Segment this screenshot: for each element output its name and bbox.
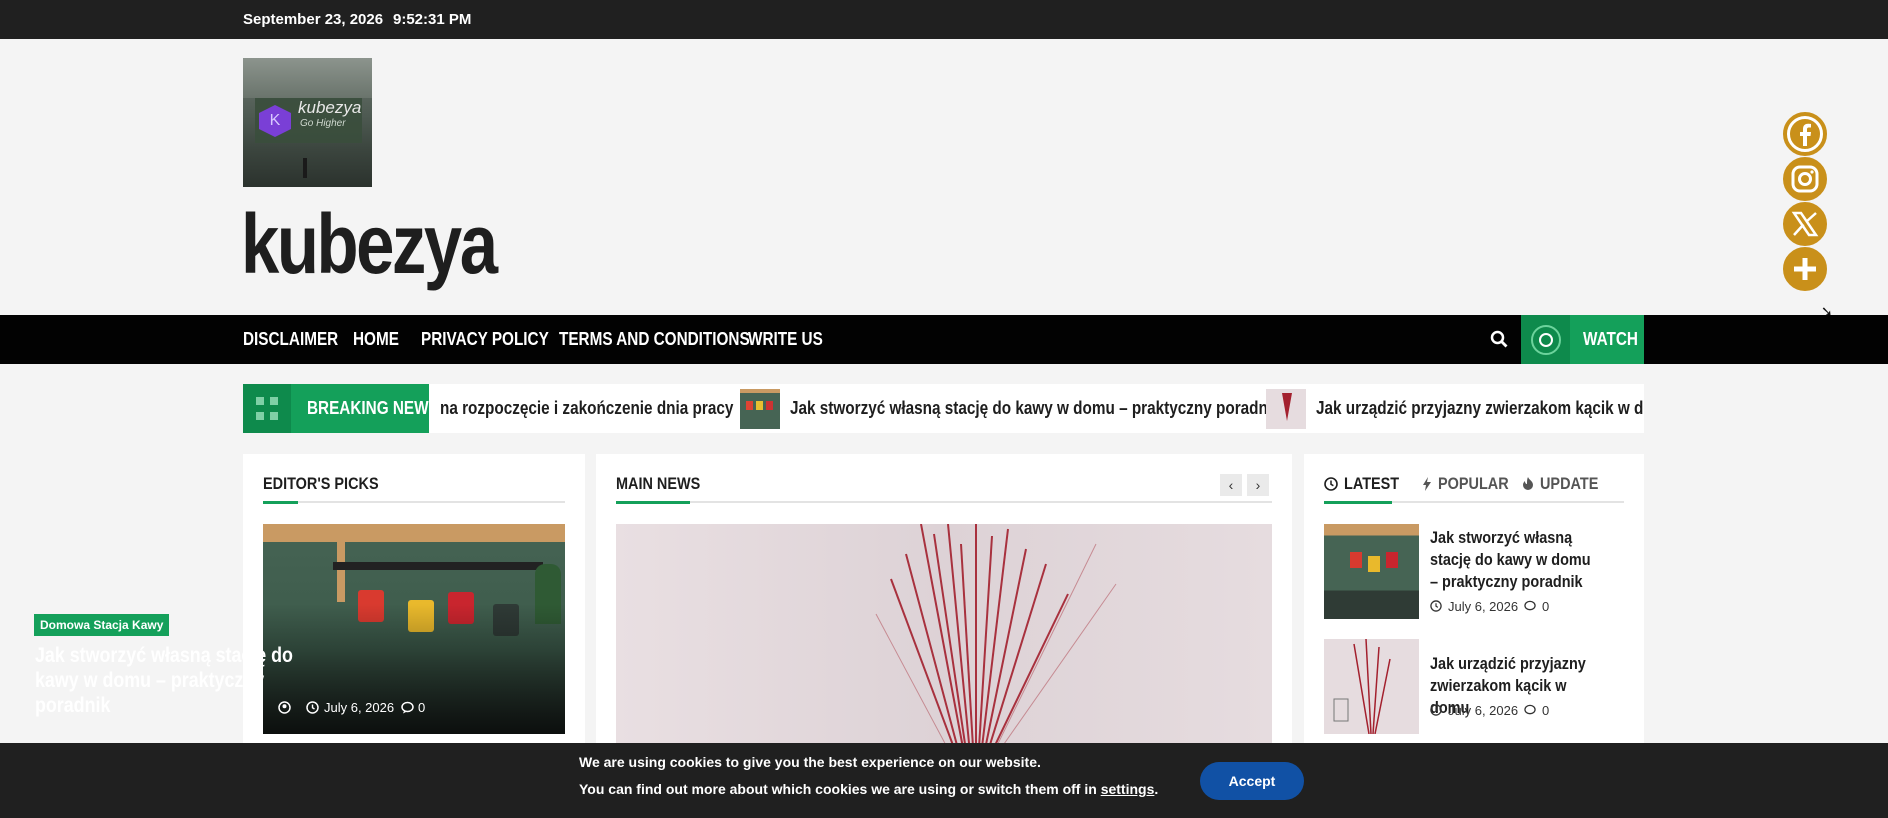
cookie-settings-message: You can find out more about which cookie… [579,781,1159,797]
ticker-item[interactable]: Jak urządzić przyjazny zwierzakom kącik … [1316,398,1644,419]
editors-pick-title[interactable]: Jak stworzyć własną stację do kawy w dom… [35,643,307,718]
watch-label: WATCH [1583,329,1638,349]
comment-count[interactable]: 0 [1542,599,1549,614]
cookie-banner: We are using cookies to give you the bes… [0,743,1888,818]
top-bar: September 23, 2026 9:52:31 PM [0,0,1888,39]
latest-title[interactable]: Jak stworzyć własną stację do kawy w dom… [1430,527,1600,593]
author-icon [278,701,291,714]
watch-circle-icon [1521,315,1570,364]
clock-icon [306,701,319,714]
facebook-share-button[interactable] [1783,112,1827,156]
logo-tagline: Go Higher [300,118,346,129]
instagram-share-button[interactable] [1783,157,1827,201]
main-news-panel: MAIN NEWS ‹ › [596,454,1292,754]
tab-popular[interactable]: POPULAR [1438,474,1509,494]
site-title[interactable]: kubezya [241,196,498,293]
current-time: 9:52:31 PM [393,11,472,28]
bolt-icon [1423,477,1431,491]
cookie-settings-link[interactable]: settings [1101,781,1155,797]
comment-icon [1524,600,1536,611]
tab-divider [1324,501,1624,504]
nav-home[interactable]: HOME [353,329,399,350]
ticker-thumbnail[interactable] [1266,389,1306,429]
ticker-item[interactable]: Jak stworzyć własną stację do kawy w dom… [790,398,1281,419]
cookie-message: We are using cookies to give you the bes… [579,754,1041,770]
x-share-button[interactable] [1783,202,1827,246]
plus-icon [1787,251,1823,287]
editors-picks-heading: EDITOR'S PICKS [263,474,379,493]
nav-disclaimer[interactable]: DISCLAIMER [243,329,338,350]
site-logo[interactable]: K kubezya Go Higher [243,58,372,187]
tab-latest[interactable]: LATEST [1344,474,1399,494]
clock-icon [1430,704,1442,716]
latest-thumbnail[interactable] [1324,524,1419,619]
logo-figure [303,158,307,178]
post-date: July 6, 2026 [1448,599,1519,614]
clock-icon [1324,477,1338,491]
ticker-thumbnail[interactable] [740,389,780,429]
main-news-heading: MAIN NEWS [616,474,701,493]
x-icon [1787,206,1823,242]
accept-cookies-button[interactable]: Accept [1200,762,1304,800]
category-badge[interactable]: Domowa Stacja Kawy [34,614,170,636]
breaking-news-ticker: BREAKING NEWS na rozpoczęcie i zakończen… [243,384,1644,433]
logo-sky [243,58,372,98]
more-share-button[interactable] [1783,247,1827,291]
tab-update[interactable]: UPDATE [1540,474,1598,494]
comment-count[interactable]: 0 [1542,703,1549,718]
chevron-left-icon[interactable]: ‹ [1220,474,1242,496]
post-date: July 6, 2026 [324,700,395,715]
section-divider [263,501,565,504]
facebook-icon [1787,116,1823,152]
instagram-icon [1787,161,1823,197]
current-date: September 23, 2026 [243,11,384,28]
main-news-image[interactable] [616,524,1272,754]
main-navigation: DISCLAIMER HOME PRIVACY POLICY TERMS AND… [0,315,1888,364]
ticker-item[interactable]: na rozpoczęcie i zakończenie dnia pracy [440,398,733,419]
latest-panel: LATEST POPULAR UPDATE Jak stworzyć własn… [1304,454,1644,754]
section-divider [616,501,1272,504]
nav-write-us[interactable]: WRITE US [748,329,823,350]
latest-thumbnail[interactable] [1324,639,1419,734]
chevron-right-icon[interactable]: › [1247,474,1269,496]
grid-icon [243,384,291,433]
nav-privacy-policy[interactable]: PRIVACY POLICY [421,329,549,350]
comment-count[interactable]: 0 [418,700,425,715]
logo-name: kubezya [298,98,362,117]
post-date: July 6, 2026 [1448,703,1519,718]
watch-button[interactable]: WATCH [1521,315,1644,364]
search-icon[interactable] [1490,330,1508,348]
comment-icon [401,701,414,714]
clock-icon [1430,600,1442,612]
nav-terms-and-conditions[interactable]: TERMS AND CONDITIONS [559,329,750,350]
breaking-news-label: BREAKING NEWS [291,384,439,433]
fire-icon [1523,477,1533,490]
comment-icon [1524,704,1536,715]
